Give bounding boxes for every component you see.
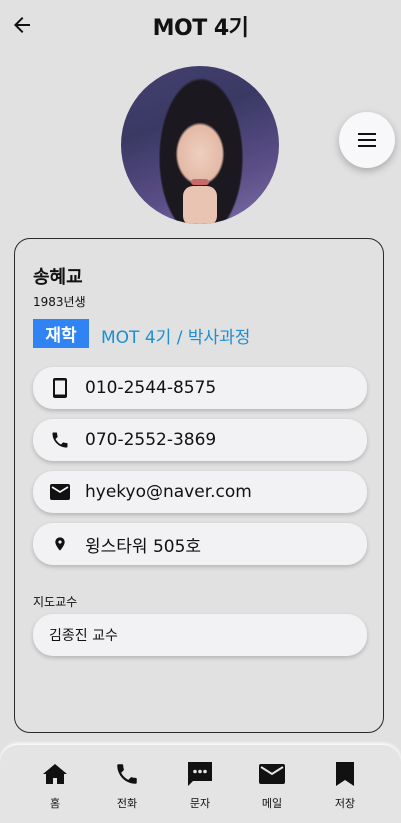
menu-button[interactable] (339, 112, 395, 168)
nav-message[interactable]: 문자 (170, 759, 230, 811)
mobile-number: 010-2544-8575 (85, 378, 217, 398)
profile-name: 송혜교 (33, 267, 83, 288)
phone-field[interactable]: 070-2552-3869 (33, 419, 367, 461)
mobile-field[interactable]: 010-2544-8575 (33, 367, 367, 409)
nav-label-mail: 메일 (261, 797, 283, 810)
app-header: MOT 4기 (0, 0, 401, 50)
nav-label-message: 문자 (189, 797, 211, 810)
status-badge: 재학 (33, 319, 89, 348)
nav-label-call: 전화 (116, 797, 138, 810)
nav-label-bookmark: 저장 (334, 797, 356, 810)
nav-call[interactable]: 전화 (97, 759, 157, 811)
page-title: MOT 4기 (152, 16, 249, 41)
smartphone-icon (49, 377, 71, 399)
nav-mail[interactable]: 메일 (242, 759, 302, 811)
nav-home[interactable]: 홈 (25, 759, 85, 811)
email-address: hyekyo@naver.com (85, 482, 252, 502)
birth-year: 1983년생 (33, 295, 86, 309)
program-label: MOT 4기 / 박사과정 (101, 328, 251, 348)
advisor-name: 김종진 교수 (49, 628, 118, 644)
nav-bookmark[interactable]: 저장 (315, 759, 375, 811)
phone-icon (49, 429, 71, 451)
message-icon (170, 759, 230, 789)
menu-icon (358, 133, 376, 147)
bookmark-icon (315, 759, 375, 789)
phone-number: 070-2552-3869 (85, 430, 217, 450)
bottom-nav: 홈 전화 문자 메일 저장 (0, 745, 401, 823)
email-field[interactable]: hyekyo@naver.com (33, 471, 367, 513)
office-location: 윙스타워 505호 (85, 536, 202, 557)
advisor-label: 지도교수 (33, 595, 78, 609)
location-pin-icon (49, 533, 71, 555)
profile-card: 송혜교 1983년생 재학 MOT 4기 / 박사과정 010-2544-857… (14, 238, 384, 733)
location-field[interactable]: 윙스타워 505호 (33, 523, 367, 565)
mail-icon (49, 481, 71, 503)
home-icon (25, 759, 85, 789)
profile-photo (121, 66, 279, 224)
advisor-field[interactable]: 김종진 교수 (33, 614, 367, 656)
phone-icon (97, 759, 157, 789)
nav-label-home: 홈 (49, 797, 61, 810)
mail-icon (242, 759, 302, 789)
